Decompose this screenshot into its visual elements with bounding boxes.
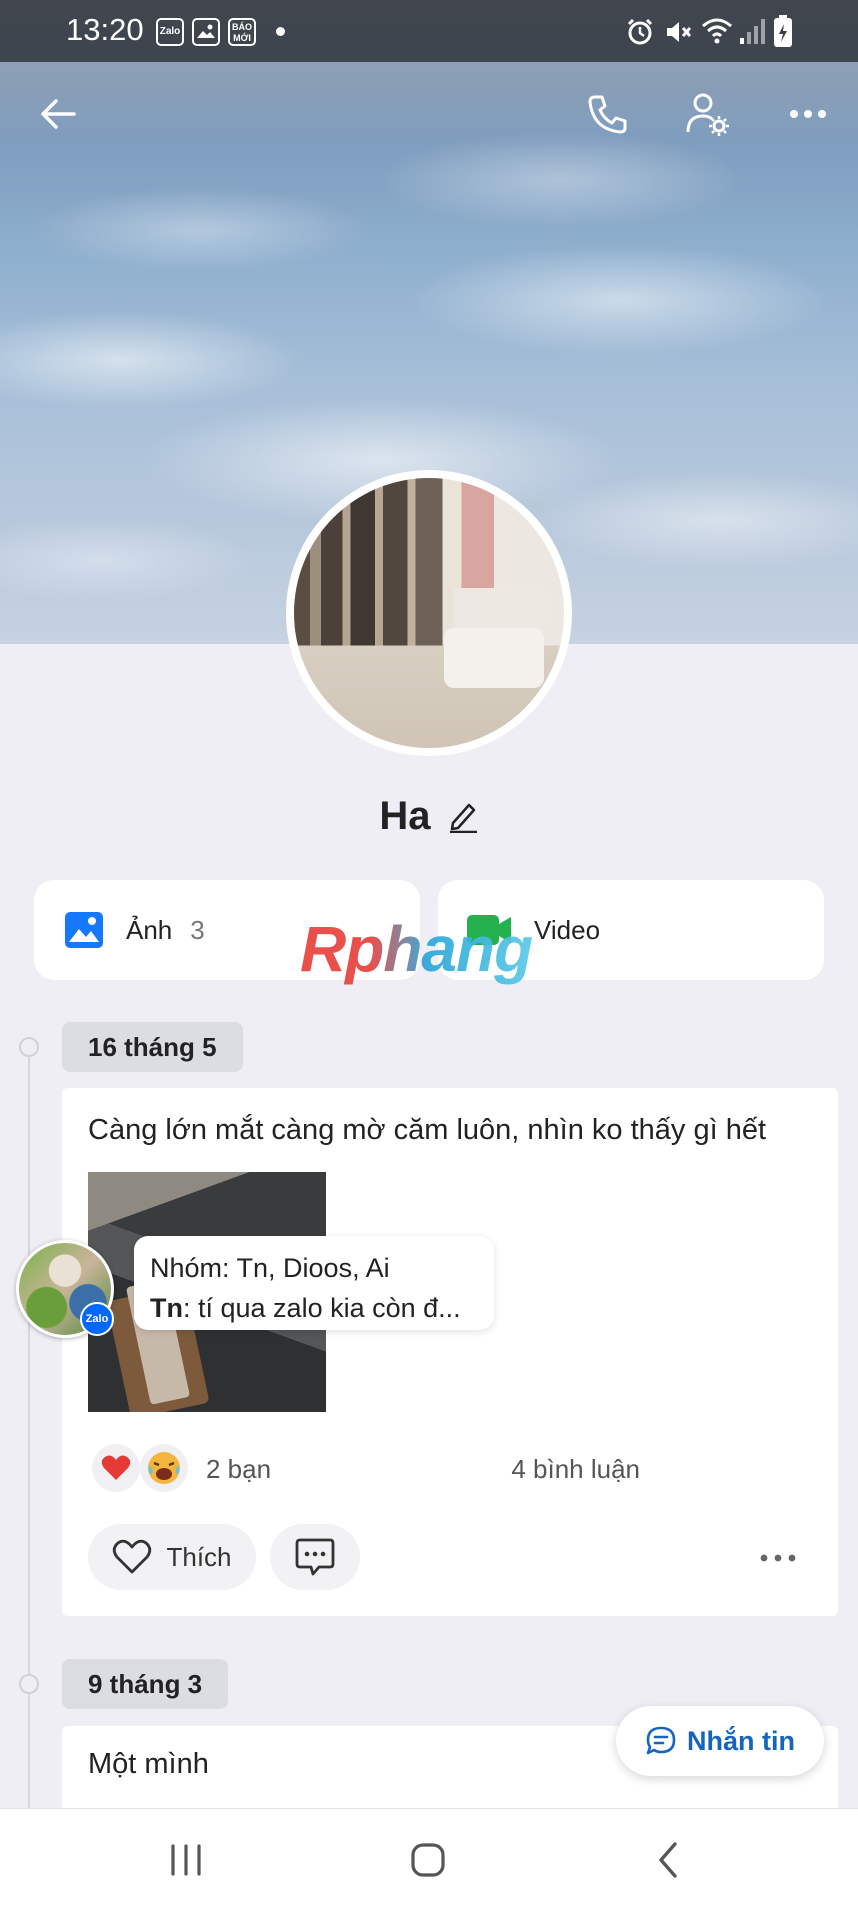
avatar-image-detail <box>444 628 544 688</box>
user-settings-icon <box>686 93 729 136</box>
phone-icon <box>588 95 627 134</box>
laughing-emoji-icon <box>148 1452 180 1484</box>
alarm-icon <box>627 18 653 45</box>
timeline-dot <box>19 1674 39 1694</box>
home-button[interactable] <box>398 1833 458 1887</box>
chat-group-line: Nhóm: Tn, Dioos, Ai <box>150 1253 390 1283</box>
recent-apps-button[interactable] <box>156 1835 216 1885</box>
pencil-icon[interactable] <box>447 799 479 833</box>
status-time: 13:20 <box>66 12 144 47</box>
system-back-button[interactable] <box>638 1833 698 1887</box>
reaction-count[interactable]: 2 bạn <box>206 1454 271 1485</box>
mute-icon <box>667 22 692 42</box>
profile-screen: 13:20 Zalo BÁO MỚI Ha Ảnh 3 Video Rphang… <box>0 0 858 1908</box>
comment-button[interactable] <box>270 1524 360 1590</box>
more-notifications-dot <box>276 27 285 36</box>
like-button[interactable]: Thích <box>88 1524 256 1590</box>
call-button[interactable] <box>580 86 636 142</box>
home-icon <box>411 1843 445 1877</box>
zalo-notification-icon: Zalo <box>156 18 184 46</box>
chat-message-line: Tn: tí qua zalo kia còn đ... <box>150 1288 478 1328</box>
heart-filled-icon <box>101 1455 131 1480</box>
date-chip: 16 tháng 5 <box>62 1022 243 1072</box>
message-button[interactable]: Nhắn tin <box>616 1706 824 1776</box>
comment-icon <box>295 1538 335 1576</box>
photo-icon <box>65 912 103 948</box>
comment-count[interactable]: 4 bình luận <box>511 1454 640 1485</box>
watermark-logo: Rphang <box>300 913 533 985</box>
chat-sender: Tn <box>150 1293 183 1323</box>
laugh-reaction[interactable] <box>140 1444 188 1492</box>
timeline-dot <box>19 1037 39 1057</box>
recent-apps-icon <box>171 1844 201 1876</box>
back-button[interactable] <box>30 86 86 142</box>
baomoi-notification-icon: BÁO MỚI <box>228 18 256 46</box>
post-text: Càng lớn mắt càng mờ căm luôn, nhìn ko t… <box>88 1114 767 1146</box>
profile-name: Ha <box>379 793 431 838</box>
wifi-icon <box>702 18 732 44</box>
profile-name-row: Ha <box>0 786 858 846</box>
photos-label: Ảnh <box>126 914 173 945</box>
arrow-left-icon <box>41 99 76 129</box>
date-chip: 9 tháng 3 <box>62 1659 229 1709</box>
more-options-button[interactable] <box>780 86 836 142</box>
timeline-line <box>28 1046 30 1826</box>
photos-count: 3 <box>190 914 205 945</box>
like-label: Thích <box>166 1541 232 1572</box>
avatar-image-detail <box>454 588 549 628</box>
gallery-notification-icon <box>192 18 220 46</box>
zalo-badge-icon: Zalo <box>80 1302 114 1336</box>
chat-head-preview[interactable]: Nhóm: Tn, Dioos, Ai Tn: tí qua zalo kia … <box>134 1236 494 1330</box>
post-text: Một mình <box>88 1748 209 1780</box>
chat-message: : tí qua zalo kia còn đ... <box>183 1293 461 1323</box>
chevron-left-icon <box>659 1842 677 1878</box>
message-button-label: Nhắn tin <box>687 1725 795 1756</box>
system-navigation-bar <box>0 1808 858 1908</box>
signal-icon <box>740 19 765 44</box>
more-horizontal-icon <box>760 1554 796 1562</box>
heart-reaction[interactable] <box>92 1444 140 1492</box>
battery-icon <box>774 15 792 47</box>
heart-outline-icon <box>113 1539 152 1574</box>
avatar-image <box>294 478 564 748</box>
profile-settings-button[interactable] <box>680 86 736 142</box>
status-bar: 13:20 Zalo BÁO MỚI <box>0 0 858 62</box>
more-horizontal-icon <box>790 110 826 118</box>
post-more-button[interactable] <box>756 1546 800 1570</box>
videos-label: Video <box>534 914 601 945</box>
profile-avatar[interactable] <box>286 470 572 756</box>
chat-bubble-icon <box>646 1726 676 1755</box>
